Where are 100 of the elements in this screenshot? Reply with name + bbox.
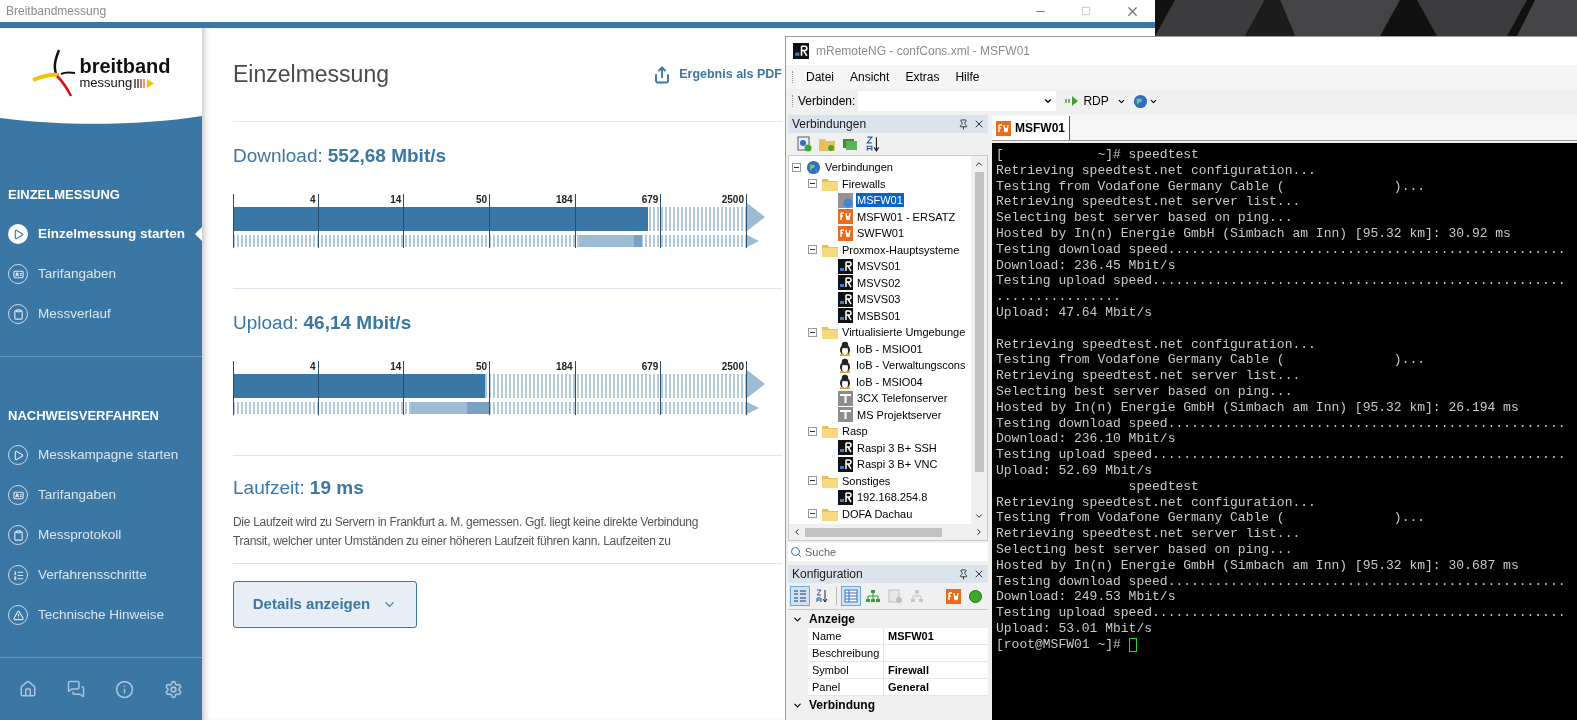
nav-item[interactable]: Messprotokoll (0, 515, 202, 555)
new-connection-icon[interactable] (796, 136, 812, 152)
panel-title: Verbindungen (792, 117, 867, 131)
scroll-left-icon[interactable] (792, 527, 802, 537)
collapse-toggle[interactable] (808, 179, 817, 189)
terminal-line: Selecting best server based on ping... (996, 210, 1293, 226)
logo-mark-icon (31, 48, 78, 98)
terminal-line: Testing upload speed..................................................... (996, 447, 1566, 463)
scale-label: 184 (556, 193, 573, 206)
collapse-toggle[interactable] (808, 426, 817, 436)
tree-item[interactable]: Virtualisierte Umgebunge (841, 325, 967, 340)
tree-item[interactable]: Verbindungen (824, 160, 894, 175)
details-button[interactable]: Details anzeigen (233, 580, 417, 628)
tree-item[interactable]: Raspi 3 B+ VNC (856, 457, 939, 472)
property-name: Name (808, 628, 884, 644)
tree-item[interactable]: Firewalls (841, 176, 887, 191)
scale-label: 14 (390, 193, 402, 206)
tree-item[interactable]: MSFW01 (856, 193, 904, 208)
scrollbar[interactable] (789, 524, 987, 540)
menu-item[interactable]: Extras (897, 68, 948, 86)
scrollbar[interactable] (971, 156, 987, 524)
terminal-line: Hosted by In(n) Energie GmbH (Simbach am Inn) [95.32 km]: 26.194 ms (996, 399, 1519, 416)
nav-item[interactable]: Technische Hinweise (0, 595, 202, 635)
logo-wordmark: messung (79, 76, 133, 90)
tree-item[interactable]: IoB - Verwaltungscons (855, 358, 967, 373)
tree-item[interactable]: 192.168.254.8 (856, 490, 929, 505)
close-icon[interactable] (973, 568, 985, 580)
defaults-icon (888, 589, 902, 603)
export-link[interactable]: Ergebnis als PDF (653, 65, 782, 84)
menu-item[interactable]: Ansicht (842, 68, 898, 86)
property-name: Symbol (808, 662, 884, 678)
terminal-line: Testing upload speed..................................................... (996, 605, 1566, 621)
collapse-toggle[interactable] (808, 476, 817, 486)
nav-item[interactable]: Tarifangaben (0, 254, 202, 294)
tree-item[interactable]: MSFW01 - ERSATZ (856, 209, 957, 224)
section-heading: EINZELMESSUNG (7, 186, 121, 204)
categorized-view-button[interactable] (790, 586, 810, 606)
firewall-button[interactable] (943, 586, 963, 606)
collapse-toggle[interactable] (808, 327, 817, 337)
tree-item[interactable]: MS Projektserver (856, 407, 943, 422)
properties-button[interactable] (841, 586, 861, 606)
nav-item[interactable]: Messverlauf (0, 294, 202, 334)
tree-item[interactable]: IoB - MSIO01 (855, 341, 924, 356)
menu-item[interactable]: Hilfe (947, 68, 988, 86)
arrow-icon (747, 234, 759, 247)
property-name: Beschreibung (808, 645, 884, 661)
info-icon[interactable] (115, 679, 134, 699)
tree-item[interactable]: IoB - MSIO04 (855, 374, 924, 389)
windows-icon[interactable] (842, 136, 858, 152)
tree-item[interactable]: MSVS03 (856, 292, 902, 307)
tree-item[interactable]: MSVS02 (856, 275, 902, 290)
scroll-up-icon[interactable] (974, 159, 984, 169)
tree-item[interactable]: 3CX Telefonserver (856, 391, 949, 406)
nav-item[interactable]: Tarifangaben (0, 475, 202, 515)
scale-label: 2500 (721, 193, 744, 206)
terminal-line: Testing from Vodafone Germany Cable ( )... (996, 352, 1426, 369)
home-icon[interactable] (19, 680, 37, 698)
terminal-line: Testing upload speed..................................................... (996, 273, 1566, 290)
folder-icon (822, 506, 838, 521)
scroll-down-icon[interactable] (974, 511, 984, 521)
terminal-line: Hosted by In(n) Energie GmbH (Simbach am Inn) [95.32 km]: 30.92 ms (996, 226, 1511, 242)
terminal-line: Testing from Vodafone Germany Cable ( )... (996, 510, 1426, 527)
scale-label: 2500 (721, 360, 744, 373)
pin-icon[interactable] (958, 568, 969, 580)
tree-item[interactable]: DOFA Dachau (841, 506, 914, 521)
chat-icon[interactable] (67, 680, 85, 698)
menu-item[interactable]: Datei (798, 68, 842, 86)
terminal-icon (838, 291, 853, 307)
globe-icon (1132, 93, 1148, 109)
settings-icon[interactable] (164, 679, 183, 699)
play-icon (8, 224, 28, 244)
tree-item[interactable]: SWFW01 (856, 226, 906, 241)
tree-item[interactable]: Proxmox-Hauptsysteme (841, 242, 961, 257)
tree-item[interactable]: MSVS01 (856, 259, 902, 274)
scroll-right-icon[interactable] (974, 527, 984, 537)
tree-item[interactable]: MSBS01 (856, 308, 902, 323)
collapse-toggle[interactable] (808, 509, 817, 519)
terminal-line: Download: 236.10 Mbit/s (996, 431, 1176, 448)
collapse-toggle[interactable] (808, 245, 817, 255)
terminal-line: Testing download speed................................................... (996, 415, 1566, 432)
search-field[interactable]: Suche (788, 543, 988, 561)
tree-item[interactable]: Rasp (841, 424, 869, 439)
scale-label: 679 (641, 360, 659, 373)
terminal-line: Retrieving speedtest.net server list... (996, 526, 1301, 542)
protocol-button[interactable]: RDP (1062, 91, 1129, 111)
arrow-icon (747, 401, 759, 414)
nav-item[interactable]: Einzelmessung starten (0, 214, 202, 254)
penguin-icon (838, 374, 852, 390)
terminal-line: speedtest (1127, 478, 1199, 495)
sort-icon[interactable] (865, 136, 881, 152)
pin-icon[interactable] (958, 118, 969, 130)
session-tab[interactable]: MSFW01 (992, 116, 1070, 140)
close-icon[interactable] (973, 118, 985, 130)
new-folder-icon[interactable] (819, 136, 835, 152)
collapse-toggle[interactable] (792, 162, 801, 172)
tree-item[interactable]: Sonstiges (841, 473, 892, 488)
tree-item[interactable]: Raspi 3 B+ SSH (856, 440, 938, 455)
nav-item[interactable]: Messkampagne starten (0, 435, 202, 475)
note-text: Die Laufzeit wird zu Servern in Frankfurt a. M. gemessen. Ggf. liegt keine direkte Verbindung (233, 513, 699, 531)
nav-item[interactable]: Verfahrensschritte (0, 555, 202, 595)
